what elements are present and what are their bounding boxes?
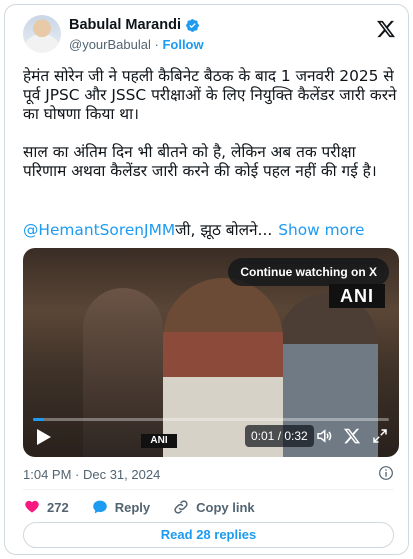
follow-button[interactable]: Follow xyxy=(162,37,203,52)
verified-badge-icon xyxy=(186,18,199,32)
copy-link-button[interactable]: Copy link xyxy=(172,498,255,516)
mention-line: @HemantSorenJMMजी, झूठ बोलने... Show more xyxy=(23,221,401,240)
reply-label: Reply xyxy=(114,499,151,515)
tweet-actions: 272 Reply Copy link xyxy=(23,497,277,517)
tweet-header: Babulal Marandi @yourBabulal · Follow xyxy=(23,15,398,59)
tweet-paragraph-2: साल का अंतिम दिन भी बीतने को है, लेकिन अ… xyxy=(23,143,377,180)
info-icon[interactable] xyxy=(378,465,394,481)
handle-row: @yourBabulal · Follow xyxy=(69,37,204,52)
heart-icon xyxy=(25,500,39,513)
tweet-timestamp[interactable]: 1:04 PM · Dec 31, 2024 xyxy=(23,467,160,482)
volume-icon[interactable] xyxy=(315,427,333,445)
author-name-row: Babulal Marandi xyxy=(69,17,200,33)
video-time: 0:01 / 0:32 xyxy=(245,425,314,447)
fullscreen-icon[interactable] xyxy=(371,427,389,445)
author-name[interactable]: Babulal Marandi xyxy=(69,17,181,33)
video-player[interactable]: Continue watching on X ANI ANI 0:01 / 0:… xyxy=(23,248,399,457)
like-button[interactable]: 272 xyxy=(23,498,69,516)
x-watermark-icon[interactable] xyxy=(343,427,361,445)
play-icon[interactable] xyxy=(37,429,51,445)
ani-watermark: ANI xyxy=(329,284,385,308)
tweet-card: Babulal Marandi @yourBabulal · Follow हे… xyxy=(4,4,409,555)
reply-button[interactable]: Reply xyxy=(91,498,150,516)
continue-watching-button[interactable]: Continue watching on X xyxy=(228,258,389,286)
like-count: 272 xyxy=(47,499,69,515)
handle-separator: · xyxy=(154,37,159,52)
tweet-paragraph-1: हेमंत सोरेन जी ने पहली कैबिनेट बैठक के ब… xyxy=(23,67,397,123)
read-replies-button[interactable]: Read 28 replies xyxy=(23,522,394,548)
mention-suffix: जी, झूठ बोलने... xyxy=(175,221,273,239)
author-handle[interactable]: @yourBabulal xyxy=(69,37,151,52)
reply-bubble-icon xyxy=(92,500,107,514)
copy-link-label: Copy link xyxy=(196,499,255,515)
video-controls: 0:01 / 0:32 xyxy=(23,417,399,457)
tweet-text: हेमंत सोरेन जी ने पहली कैबिनेट बैठक के ब… xyxy=(23,67,401,181)
x-logo-icon[interactable] xyxy=(376,19,396,39)
show-more-link[interactable]: Show more xyxy=(278,221,364,239)
mention-link[interactable]: @HemantSorenJMM xyxy=(23,221,175,239)
avatar[interactable] xyxy=(23,15,61,53)
link-icon xyxy=(174,500,188,514)
divider xyxy=(23,489,394,490)
